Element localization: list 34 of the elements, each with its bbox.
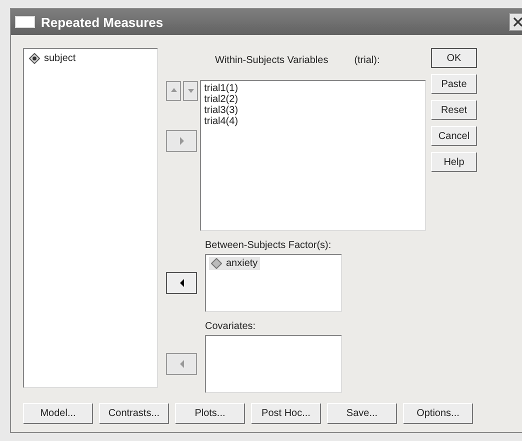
close-button[interactable] [509,13,522,31]
list-item[interactable]: trial1(1) [204,83,422,94]
factor-name: (trial): [354,54,380,66]
covariates-list[interactable] [205,335,342,393]
close-icon [513,17,522,27]
list-item[interactable]: trial4(4) [204,116,422,127]
between-label: Between-Subjects Factor(s): [205,240,332,252]
list-item[interactable]: trial3(3) [204,105,422,116]
dialog-button[interactable]: Help [431,152,477,172]
within-list[interactable]: trial1(1) trial2(2) trial3(3) trial4(4) [200,80,426,231]
within-label: Within-Subjects Variables [215,54,328,66]
dialog-button[interactable]: Contrasts... [99,403,169,424]
dialog-button[interactable]: Save... [327,403,397,424]
dialog-button[interactable]: Options... [403,403,473,424]
dialog-button[interactable]: Model... [23,403,93,424]
list-item[interactable]: trial2(2) [204,94,422,105]
variable-name: subject [44,53,76,64]
covariates-label: Covariates: [205,321,257,333]
dialog-button[interactable]: Plots... [175,403,245,424]
variable-name: anxiety [226,258,258,269]
dialog-button[interactable]: Cancel [431,126,477,146]
window-icon [15,16,35,28]
variable-item[interactable]: anxiety [209,257,260,270]
variable-icon [211,258,222,269]
dialog-button[interactable]: Post Hoc... [251,403,321,424]
move-button[interactable] [166,272,197,294]
dialog-button[interactable]: OK [431,48,477,68]
variable-icon [29,53,40,64]
window-title: Repeated Measures [41,14,164,30]
dialog-button[interactable]: Reset [431,100,477,120]
dialog-button[interactable]: Paste [431,74,477,94]
variable-item[interactable]: subject [27,52,78,65]
between-list[interactable]: anxiety [205,254,342,312]
variable-list[interactable]: subject [23,48,158,388]
